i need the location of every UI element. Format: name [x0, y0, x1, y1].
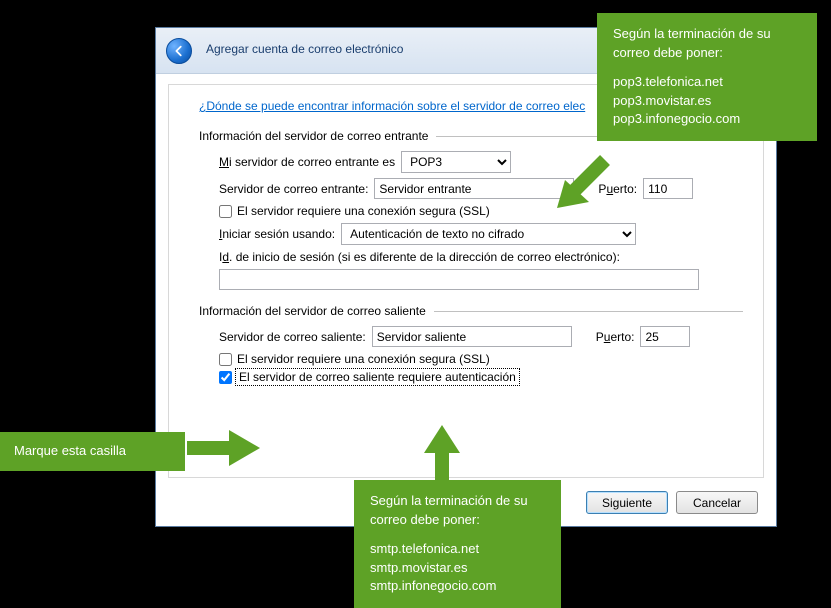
- callout-check-this-box: Marque esta casilla: [0, 432, 185, 471]
- arrow-to-incoming-server-icon: [545, 150, 615, 220]
- callout-outgoing-servers: Según la terminación de su correo debe p…: [354, 480, 561, 608]
- incoming-server-label: Servidor de correo entrante:: [219, 182, 368, 196]
- incoming-server-row: Servidor de correo entrante: Puerto:: [219, 178, 743, 199]
- arrow-to-outgoing-server-icon: [422, 425, 462, 485]
- callout-text: smtp.telefonica.net: [370, 540, 545, 559]
- callout-text: Según la terminación de su correo debe p…: [370, 492, 545, 530]
- login-id-input[interactable]: [219, 269, 699, 290]
- incoming-ssl-label: El servidor requiere una conexión segura…: [237, 204, 490, 218]
- incoming-group-label: Información del servidor de correo entra…: [199, 129, 428, 143]
- callout-text: pop3.telefonica.net: [613, 73, 801, 92]
- outgoing-auth-label: El servidor de correo saliente requiere …: [237, 370, 518, 384]
- callout-text: pop3.infonegocio.com: [613, 110, 801, 129]
- callout-text: Según la terminación de su correo debe p…: [613, 25, 801, 63]
- outgoing-auth-row: El servidor de correo saliente requiere …: [219, 370, 743, 384]
- login-method-select[interactable]: Autenticación de texto no cifrado: [341, 223, 636, 245]
- cancel-button[interactable]: Cancelar: [676, 491, 758, 514]
- login-id-label-row: Id. de inicio de sesión (si es diferente…: [219, 250, 743, 264]
- incoming-type-row: Mi servidor de correo entrante es POP3: [219, 151, 743, 173]
- callout-incoming-servers: Según la terminación de su correo debe p…: [597, 13, 817, 141]
- incoming-type-label: Mi servidor de correo entrante es: [219, 155, 395, 169]
- next-button[interactable]: Siguiente: [586, 491, 668, 514]
- outgoing-server-input[interactable]: [372, 326, 572, 347]
- dialog-content: ¿Dónde se puede encontrar información so…: [168, 84, 764, 478]
- back-arrow-icon: [172, 44, 186, 58]
- dialog-title: Agregar cuenta de correo electrónico: [206, 42, 403, 56]
- help-link[interactable]: ¿Dónde se puede encontrar información so…: [199, 99, 585, 113]
- arrow-to-auth-checkbox-icon: [187, 428, 262, 468]
- outgoing-ssl-label: El servidor requiere una conexión segura…: [237, 352, 490, 366]
- outgoing-port-input[interactable]: [640, 326, 690, 347]
- incoming-type-select[interactable]: POP3: [401, 151, 511, 173]
- login-method-row: Iniciar sesión usando: Autenticación de …: [219, 223, 743, 245]
- outgoing-group-header: Información del servidor de correo salie…: [199, 304, 743, 318]
- login-method-label: Iniciar sesión usando:: [219, 227, 335, 241]
- incoming-ssl-checkbox[interactable]: [219, 205, 232, 218]
- outgoing-ssl-row: El servidor requiere una conexión segura…: [219, 352, 743, 366]
- callout-text: smtp.infonegocio.com: [370, 577, 545, 596]
- callout-text: smtp.movistar.es: [370, 559, 545, 578]
- outgoing-port-label: Puerto:: [596, 330, 635, 344]
- login-id-label: Id. de inicio de sesión (si es diferente…: [219, 250, 620, 264]
- incoming-port-input[interactable]: [643, 178, 693, 199]
- dialog-buttons: Siguiente Cancelar: [586, 491, 758, 514]
- outgoing-server-row: Servidor de correo saliente: Puerto:: [219, 326, 743, 347]
- callout-text: pop3.movistar.es: [613, 92, 801, 111]
- outgoing-server-label: Servidor de correo saliente:: [219, 330, 366, 344]
- outgoing-auth-checkbox[interactable]: [219, 371, 232, 384]
- back-button[interactable]: [166, 38, 192, 64]
- incoming-ssl-row: El servidor requiere una conexión segura…: [219, 204, 743, 218]
- callout-text: Marque esta casilla: [14, 443, 126, 458]
- outgoing-ssl-checkbox[interactable]: [219, 353, 232, 366]
- outgoing-group-label: Información del servidor de correo salie…: [199, 304, 426, 318]
- divider: [434, 311, 743, 312]
